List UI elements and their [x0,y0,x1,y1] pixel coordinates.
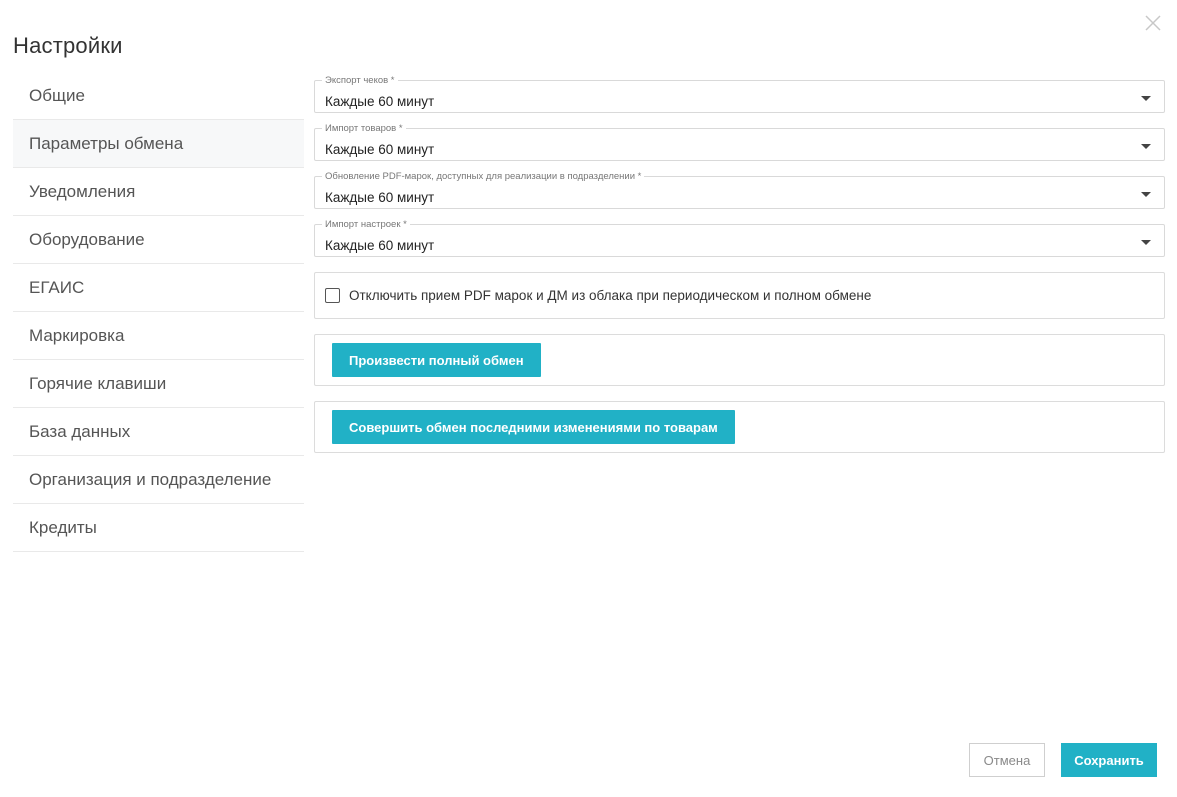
caret-down-icon [1141,96,1151,101]
exchange-settings-panel: Экспорт чеков * Каждые 60 минут Импорт т… [314,75,1165,453]
receipts-export-value: Каждые 60 минут [325,94,435,109]
sidebar-item-organization[interactable]: Организация и подразделение [13,456,304,504]
sidebar-item-general[interactable]: Общие [13,72,304,120]
sidebar-item-exchange-params[interactable]: Параметры обмена [13,120,304,168]
sidebar-item-label: Организация и подразделение [29,469,272,489]
pdf-marks-update-select[interactable]: Обновление PDF-марок, доступных для реал… [314,171,1165,209]
disable-pdf-checkbox-label[interactable]: Отключить прием PDF марок и ДМ из облака… [349,288,871,303]
pdf-marks-update-value: Каждые 60 минут [325,190,435,205]
caret-down-icon [1141,240,1151,245]
settings-import-select[interactable]: Импорт настроек * Каждые 60 минут [314,219,1165,257]
caret-down-icon [1141,144,1151,149]
sidebar-item-label: Оборудование [29,229,145,249]
goods-import-select[interactable]: Импорт товаров * Каждые 60 минут [314,123,1165,161]
settings-import-label: Импорт настроек * [322,219,410,231]
receipts-export-label: Экспорт чеков * [322,75,398,87]
receipts-export-select[interactable]: Экспорт чеков * Каждые 60 минут [314,75,1165,113]
save-button[interactable]: Сохранить [1061,743,1157,777]
close-button[interactable] [1144,14,1162,32]
recent-changes-panel: Совершить обмен последними изменениями п… [314,401,1165,453]
sidebar-item-label: ЕГАИС [29,277,85,297]
sidebar-item-label: Маркировка [29,325,125,345]
full-exchange-button[interactable]: Произвести полный обмен [332,343,541,377]
goods-import-value: Каждые 60 минут [325,142,435,157]
page-title: Настройки [13,33,123,58]
close-icon [1145,15,1161,31]
sidebar-item-label: Кредиты [29,517,97,537]
sidebar-item-hotkeys[interactable]: Горячие клавиши [13,360,304,408]
disable-pdf-checkbox[interactable] [325,288,340,303]
settings-import-value: Каждые 60 минут [325,238,435,253]
caret-down-icon [1141,192,1151,197]
sidebar-item-equipment[interactable]: Оборудование [13,216,304,264]
sidebar-item-database[interactable]: База данных [13,408,304,456]
sidebar-item-marking[interactable]: Маркировка [13,312,304,360]
settings-sidebar: Общие Параметры обмена Уведомления Обору… [13,72,304,552]
full-exchange-panel: Произвести полный обмен [314,334,1165,386]
goods-import-label: Импорт товаров * [322,123,406,135]
sidebar-item-credits[interactable]: Кредиты [13,504,304,552]
pdf-marks-update-label: Обновление PDF-марок, доступных для реал… [322,171,645,183]
sidebar-item-label: Горячие клавиши [29,373,167,393]
disable-pdf-panel: Отключить прием PDF марок и ДМ из облака… [314,272,1165,319]
sidebar-item-label: Параметры обмена [29,133,184,153]
cancel-button[interactable]: Отмена [969,743,1045,777]
sidebar-item-label: База данных [29,421,131,441]
recent-changes-exchange-button[interactable]: Совершить обмен последними изменениями п… [332,410,735,444]
sidebar-item-egais[interactable]: ЕГАИС [13,264,304,312]
sidebar-item-label: Уведомления [29,181,136,201]
sidebar-item-label: Общие [29,85,85,105]
sidebar-item-notifications[interactable]: Уведомления [13,168,304,216]
